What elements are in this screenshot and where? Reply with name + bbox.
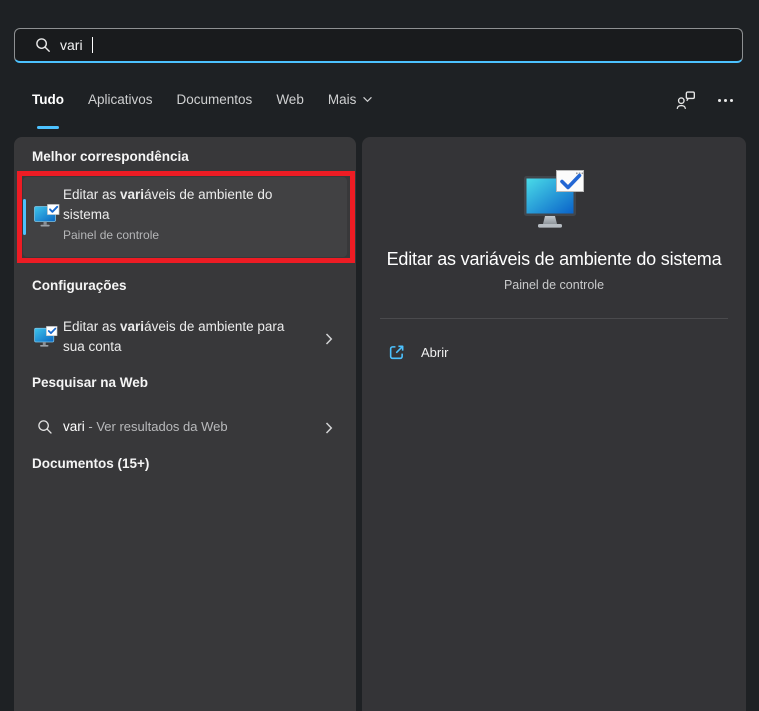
tab-mais[interactable]: Mais <box>328 92 374 111</box>
section-header-settings: Configurações <box>32 278 127 293</box>
open-action[interactable]: Abrir <box>372 335 608 369</box>
system-properties-icon <box>34 204 60 233</box>
search-icon <box>35 37 51 53</box>
result-text: Editar as variáveis de ambiente para sua… <box>63 317 295 357</box>
open-action-label: Abrir <box>421 344 449 360</box>
tab-tudo[interactable]: Tudo <box>32 92 64 129</box>
result-web-search[interactable]: vari - Ver resultados da Web <box>23 409 347 447</box>
result-title: vari - Ver resultados da Web <box>63 419 228 434</box>
system-properties-icon <box>34 326 58 353</box>
search-options-icon[interactable] <box>673 88 697 112</box>
divider <box>380 318 728 319</box>
tab-label: Aplicativos <box>87 92 153 107</box>
tab-documentos[interactable]: Documentos <box>177 92 253 111</box>
topbar-actions <box>673 88 737 112</box>
section-header-documents: Documentos (15+) <box>32 456 150 471</box>
more-options-icon[interactable] <box>713 88 737 112</box>
result-title: Editar as variáveis de ambiente para sua… <box>63 319 285 354</box>
result-best-match[interactable]: Editar as variáveis de ambiente do siste… <box>23 177 347 257</box>
chevron-right-icon <box>325 422 333 435</box>
tab-web[interactable]: Web <box>276 92 304 111</box>
tab-aplicativos[interactable]: Aplicativos <box>88 92 153 111</box>
preview-title: Editar as variáveis de ambiente do siste… <box>386 249 722 269</box>
preview-panel: Editar as variáveis de ambiente do siste… <box>362 137 746 711</box>
results-panel: Melhor correspondência Editar as variáve… <box>14 137 356 711</box>
search-input[interactable]: vari <box>14 28 743 63</box>
result-title: Editar as variáveis de ambiente do siste… <box>63 187 273 222</box>
result-subtitle: Painel de controle <box>63 228 160 242</box>
tab-label: Mais <box>327 92 357 107</box>
search-query-text: vari <box>60 37 83 53</box>
search-icon <box>37 419 53 440</box>
search-filter-tabs: Tudo Aplicativos Documentos Web Mais <box>32 92 374 129</box>
tab-label: Web <box>276 92 304 107</box>
preview-subtitle: Painel de controle <box>503 278 605 292</box>
result-text: Editar as variáveis de ambiente do siste… <box>63 185 318 243</box>
tab-label: Tudo <box>32 92 64 107</box>
selected-tab-underline <box>36 126 59 129</box>
chevron-right-icon <box>325 333 333 346</box>
result-settings-env-vars[interactable]: Editar as variáveis de ambiente para sua… <box>23 310 347 368</box>
system-properties-icon-large <box>514 170 598 237</box>
selection-accent-bar <box>23 199 26 235</box>
section-header-web-search: Pesquisar na Web <box>32 375 149 390</box>
tab-label: Documentos <box>176 92 253 107</box>
text-caret <box>91 37 93 53</box>
chevron-down-icon <box>362 96 373 103</box>
section-header-best-match: Melhor correspondência <box>32 149 189 164</box>
open-external-icon <box>388 344 405 361</box>
